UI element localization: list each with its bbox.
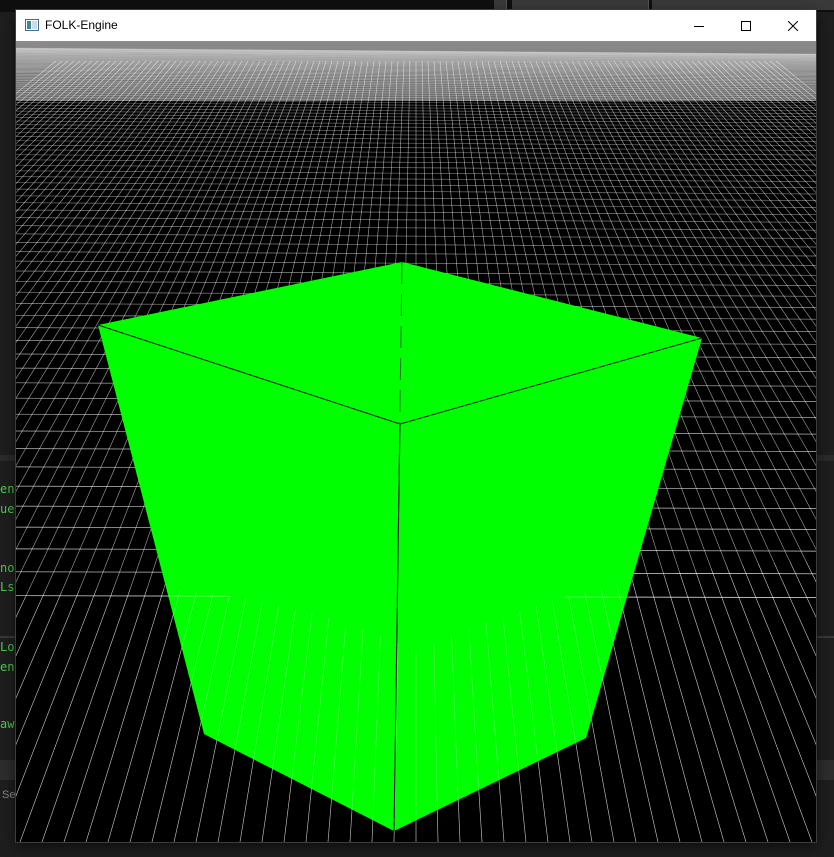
background-console-text: en: [0, 660, 15, 674]
background-tab: [652, 0, 834, 10]
background-tab: [494, 0, 507, 10]
window-title: FOLK-Engine: [45, 18, 118, 32]
close-icon: [788, 20, 798, 31]
minimize-icon: [694, 25, 704, 27]
minimize-button[interactable]: [676, 10, 722, 41]
app-icon: [25, 19, 39, 31]
close-button[interactable]: [770, 10, 816, 41]
background-status-text: Se: [2, 789, 16, 801]
title-bar[interactable]: FOLK-Engine: [16, 10, 816, 41]
background-tab: [512, 0, 649, 10]
app-window: FOLK-Engine: [16, 10, 816, 842]
background-console-text: ue: [0, 502, 15, 516]
maximize-icon: [741, 20, 751, 31]
maximize-button[interactable]: [723, 10, 769, 41]
render-viewport[interactable]: [16, 41, 816, 842]
3d-scene: [16, 41, 816, 842]
